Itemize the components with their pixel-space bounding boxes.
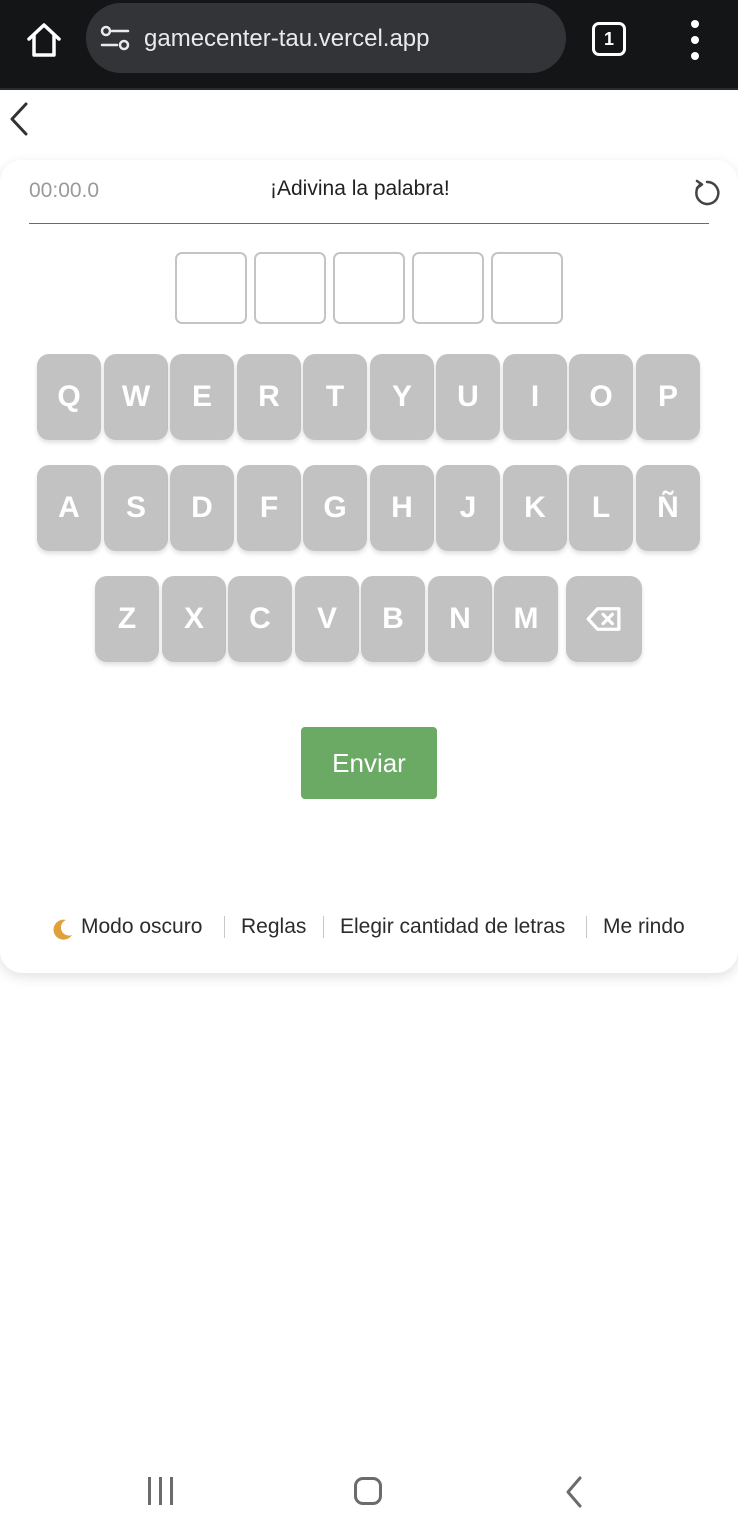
key-p[interactable]: P	[636, 354, 700, 440]
url-text[interactable]: gamecenter-tau.vercel.app	[144, 25, 430, 53]
restart-icon[interactable]	[692, 178, 722, 208]
separator	[224, 916, 225, 938]
rules-link[interactable]: Reglas	[241, 914, 306, 940]
footer-links: Modo oscuro Reglas Elegir cantidad de le…	[0, 912, 738, 942]
tab-switcher-button[interactable]: 1	[592, 22, 626, 56]
game-card: 00:00.0 ¡Adivina la palabra! Q W E R T Y…	[0, 160, 738, 973]
header-divider	[29, 223, 709, 224]
key-k[interactable]: K	[503, 465, 567, 551]
more-vert-icon[interactable]	[688, 20, 702, 60]
key-t[interactable]: T	[303, 354, 367, 440]
page-title: ¡Adivina la palabra!	[270, 177, 450, 200]
key-j[interactable]: J	[436, 465, 500, 551]
key-w[interactable]: W	[104, 354, 168, 440]
key-r[interactable]: R	[237, 354, 301, 440]
back-nav-icon[interactable]	[562, 1475, 586, 1509]
submit-button[interactable]: Enviar	[301, 727, 437, 799]
key-y[interactable]: Y	[370, 354, 434, 440]
letter-slot	[491, 252, 563, 324]
dark-mode-link[interactable]: Modo oscuro	[81, 914, 202, 940]
crescent-moon-icon	[53, 919, 72, 940]
key-h[interactable]: H	[370, 465, 434, 551]
key-a[interactable]: A	[37, 465, 101, 551]
key-s[interactable]: S	[104, 465, 168, 551]
address-bar[interactable]: gamecenter-tau.vercel.app	[86, 3, 566, 73]
key-i[interactable]: I	[503, 354, 567, 440]
key-q[interactable]: Q	[37, 354, 101, 440]
key-u[interactable]: U	[436, 354, 500, 440]
home-nav-icon[interactable]	[354, 1477, 382, 1505]
letter-slot	[333, 252, 405, 324]
key-m[interactable]: M	[494, 576, 558, 662]
key-enye[interactable]: Ñ	[636, 465, 700, 551]
site-settings-icon[interactable]	[100, 24, 130, 52]
key-d[interactable]: D	[170, 465, 234, 551]
letter-count-link[interactable]: Elegir cantidad de letras	[340, 914, 565, 940]
system-nav-bar	[0, 1453, 738, 1533]
letter-slot	[412, 252, 484, 324]
home-icon[interactable]	[24, 20, 64, 60]
key-c[interactable]: C	[228, 576, 292, 662]
key-b[interactable]: B	[361, 576, 425, 662]
key-f[interactable]: F	[237, 465, 301, 551]
separator	[323, 916, 324, 938]
backspace-icon	[586, 607, 621, 631]
recents-icon[interactable]	[146, 1477, 178, 1505]
backspace-key[interactable]	[566, 576, 642, 662]
key-l[interactable]: L	[569, 465, 633, 551]
chevron-left-icon[interactable]	[6, 100, 32, 140]
key-z[interactable]: Z	[95, 576, 159, 662]
key-e[interactable]: E	[170, 354, 234, 440]
separator	[586, 916, 587, 938]
key-o[interactable]: O	[569, 354, 633, 440]
key-n[interactable]: N	[428, 576, 492, 662]
key-g[interactable]: G	[303, 465, 367, 551]
letter-slot	[254, 252, 326, 324]
key-v[interactable]: V	[295, 576, 359, 662]
key-x[interactable]: X	[162, 576, 226, 662]
letter-slots	[175, 252, 565, 324]
browser-toolbar: gamecenter-tau.vercel.app 1	[0, 0, 738, 90]
give-up-link[interactable]: Me rindo	[603, 914, 685, 940]
timer: 00:00.0	[29, 179, 100, 202]
letter-slot	[175, 252, 247, 324]
